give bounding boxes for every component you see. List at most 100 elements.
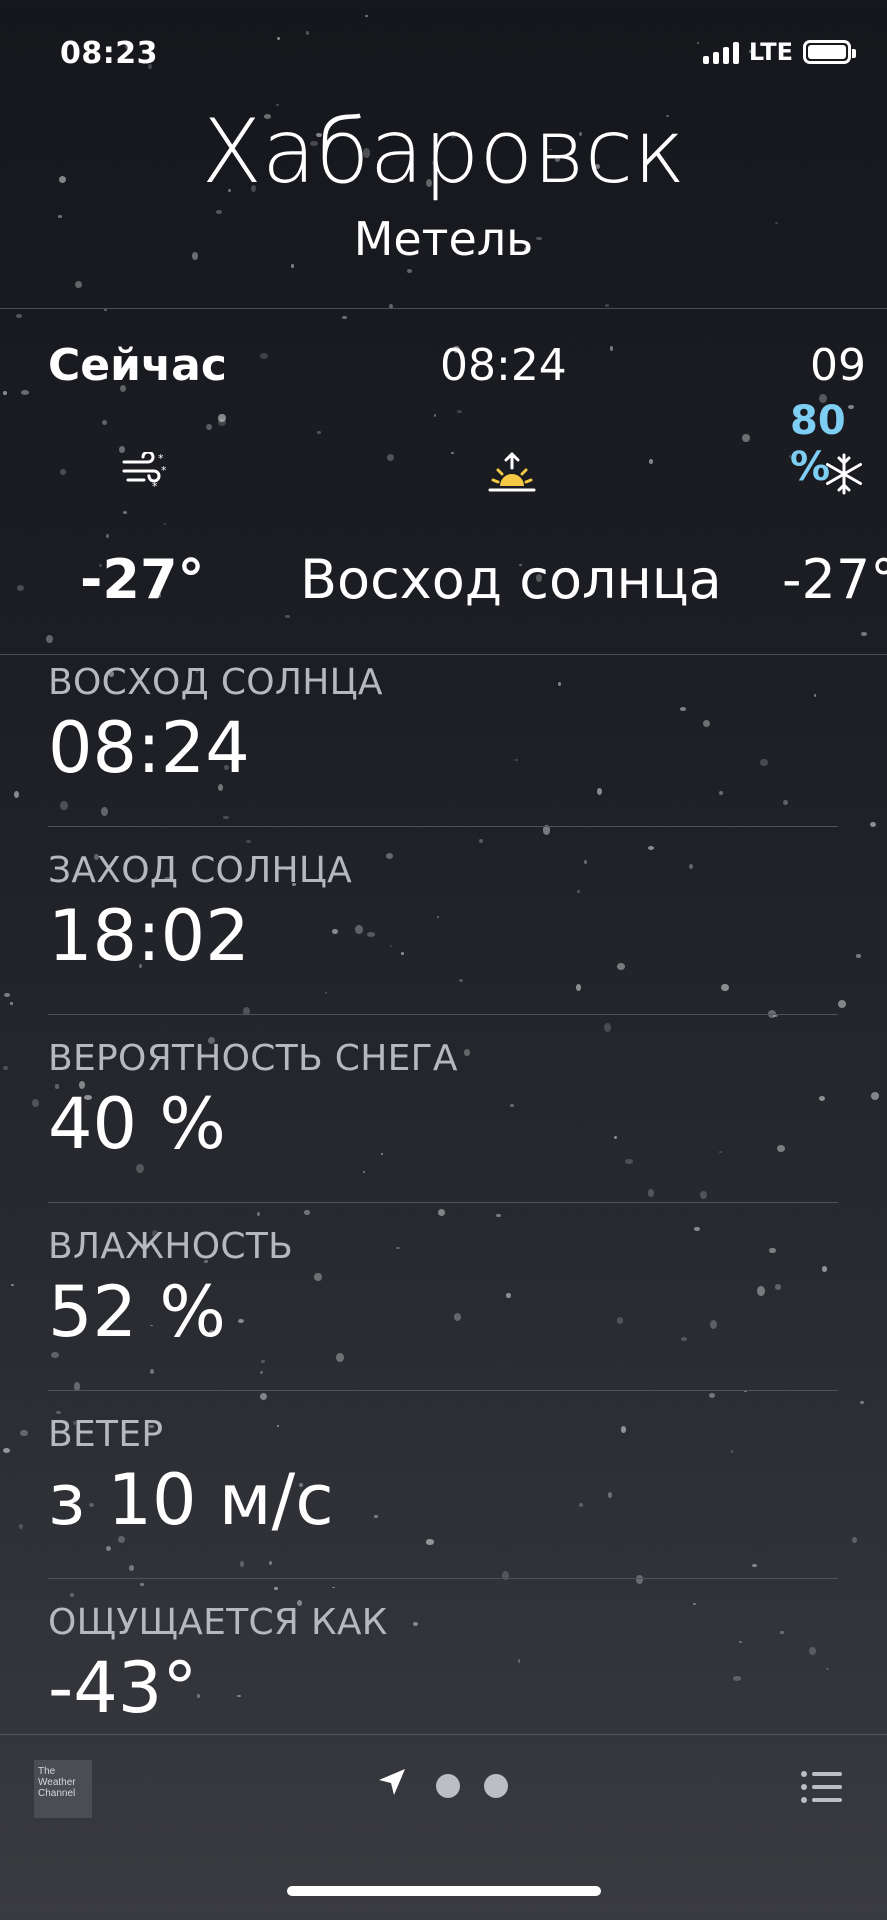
weather-channel-logo[interactable]: The Weather Channel	[34, 1760, 92, 1818]
hour-label: Сейчас	[48, 340, 227, 391]
snowflake-particle	[135, 1164, 144, 1174]
wind-snow-icon: * * *	[122, 450, 168, 496]
snowflake-particle	[60, 800, 68, 810]
snowflake-particle	[18, 1524, 23, 1529]
detail-wind: ВЕТЕР з 10 м/с	[48, 1414, 838, 1541]
snowflake-particle	[861, 631, 868, 637]
detail-value: 40 %	[48, 1083, 226, 1165]
detail-sunset: ЗАХОД СОЛНЦА 18:02	[48, 850, 838, 977]
snowflake-particle	[105, 534, 109, 538]
snowflake-particle	[437, 1208, 446, 1216]
snowflake-particle	[123, 510, 128, 514]
snowflake-particle	[163, 522, 167, 525]
snowflake-particle	[223, 815, 229, 820]
snowflake-particle	[851, 1536, 858, 1544]
snowflake-particle	[10, 1002, 13, 1005]
snowflake-particle	[13, 790, 19, 798]
snowflake-particle	[860, 1400, 865, 1405]
city-list-icon[interactable]	[800, 1770, 844, 1808]
snowflake-particle	[17, 584, 25, 591]
snowflake-particle	[31, 1098, 39, 1108]
snowflake-particle	[708, 1392, 715, 1398]
snowflake-particle	[206, 423, 213, 430]
signal-icon	[702, 40, 739, 64]
snowflake-particle	[596, 788, 602, 796]
divider	[48, 1578, 838, 1579]
snowflake-particle	[306, 31, 310, 35]
city-name: Хабаровск	[201, 100, 686, 203]
snowflake-particle	[74, 280, 83, 289]
location-arrow-icon[interactable]	[376, 1766, 408, 1802]
snowflake-particle	[105, 1546, 111, 1552]
snowflake-particle	[3, 391, 7, 395]
hour-temp: Восход солнца	[300, 548, 722, 611]
snowflake-particle	[3, 1065, 9, 1071]
snowflake-particle	[4, 993, 11, 998]
snowflake-particle	[325, 992, 328, 995]
snowflake-particle	[635, 1575, 643, 1584]
snowflake-particle	[696, 42, 700, 44]
snowflake-particle	[575, 984, 582, 992]
snowflake-icon	[822, 452, 866, 500]
snowflake-particle	[332, 1586, 335, 1589]
snowflake-particle	[239, 1561, 244, 1567]
detail-feels-like: ОЩУЩАЕТСЯ КАК -43°	[48, 1602, 838, 1729]
snowflake-particle	[609, 346, 614, 351]
snowflake-particle	[450, 451, 454, 454]
snowflake-particle	[742, 433, 750, 442]
divider	[0, 1734, 887, 1735]
snowflake-particle	[869, 821, 877, 828]
snowflake-particle	[149, 1369, 154, 1375]
snowflake-particle	[246, 839, 251, 844]
hour-temp: -27°	[782, 548, 887, 611]
divider	[48, 826, 838, 827]
detail-label: ЗАХОД СОЛНЦА	[48, 850, 353, 891]
snowflake-particle	[479, 839, 483, 844]
home-indicator[interactable]	[287, 1886, 601, 1896]
snowflake-particle	[604, 1023, 612, 1032]
snowflake-particle	[496, 1214, 502, 1218]
snowflake-particle	[2, 1447, 10, 1453]
page-indicator-dot[interactable]	[484, 1774, 508, 1798]
snowflake-particle	[871, 1092, 879, 1101]
snowflake-particle	[648, 458, 654, 464]
snowflake-particle	[284, 614, 291, 619]
snowflake-particle	[100, 807, 108, 817]
snowflake-particle	[303, 1210, 311, 1216]
snowflake-particle	[721, 983, 729, 991]
snowflake-particle	[604, 304, 609, 307]
divider	[48, 1202, 838, 1203]
snowflake-particle	[257, 1211, 261, 1216]
snowflake-particle	[362, 1171, 366, 1173]
snowflake-particle	[274, 1586, 279, 1591]
snowflake-particle	[782, 800, 789, 806]
hour-label: 08:24	[440, 340, 567, 391]
sunrise-icon	[484, 450, 540, 500]
svg-text:*: *	[161, 464, 167, 477]
snowflake-particle	[101, 419, 107, 425]
snowflake-particle	[45, 634, 53, 644]
snowflake-particle	[260, 1359, 265, 1363]
divider	[48, 1014, 838, 1015]
page-indicator-dot[interactable]	[436, 1774, 460, 1798]
detail-label: ВЕРОЯТНОСТЬ СНЕГА	[48, 1038, 458, 1079]
detail-value: -43°	[48, 1647, 198, 1729]
divider	[0, 654, 887, 655]
detail-sunrise: ВОСХОД СОЛНЦА 08:24	[48, 662, 838, 789]
snowflake-particle	[837, 1000, 846, 1008]
svg-text:*: *	[152, 480, 158, 492]
snowflake-particle	[20, 1429, 28, 1437]
snowflake-particle	[260, 1370, 264, 1375]
detail-value: 08:24	[48, 707, 250, 789]
snowflake-particle	[140, 1582, 145, 1587]
snowflake-particle	[364, 14, 368, 18]
snowflake-particle	[342, 316, 348, 320]
detail-snow-chance: ВЕРОЯТНОСТЬ СНЕГА 40 %	[48, 1038, 838, 1165]
detail-label: ВОСХОД СОЛНЦА	[48, 662, 383, 703]
snowflake-particle	[718, 791, 724, 796]
snowflake-particle	[277, 37, 281, 41]
snowflake-particle	[128, 1565, 134, 1571]
battery-icon	[803, 40, 856, 64]
divider	[0, 308, 887, 309]
weather-condition: Метель	[353, 212, 534, 266]
